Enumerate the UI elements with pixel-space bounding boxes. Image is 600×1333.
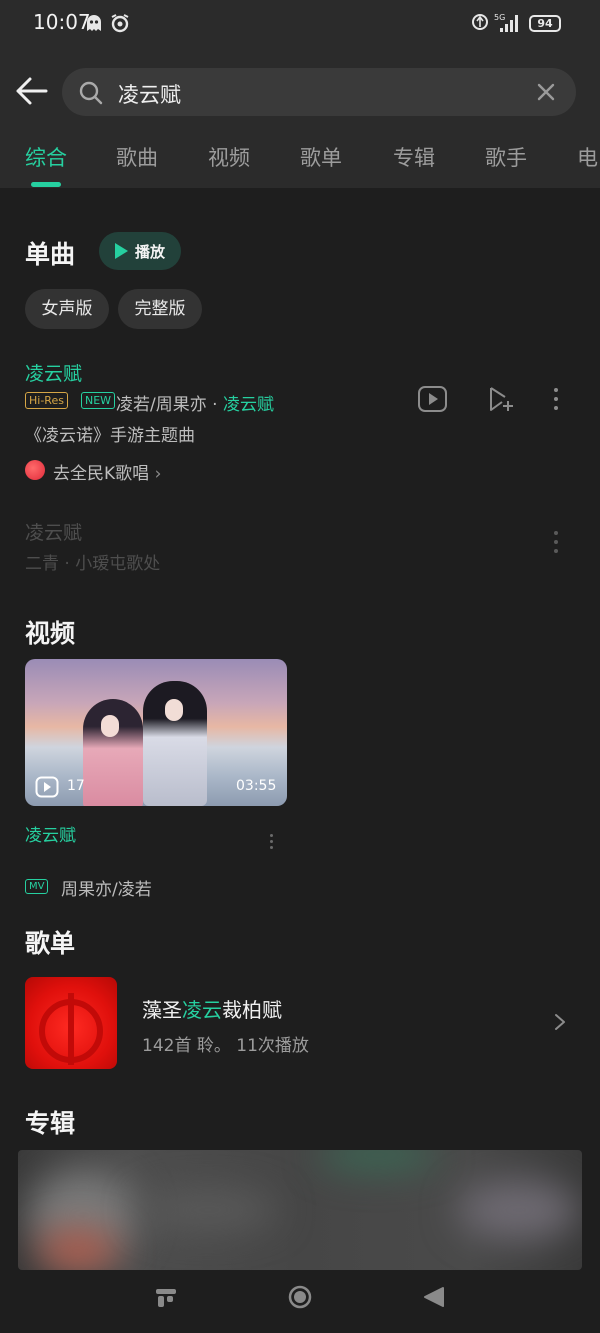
add-to-playlist-icon[interactable] xyxy=(488,384,516,418)
tab-videos[interactable]: 视频 xyxy=(208,142,250,172)
signal-icon: 5G xyxy=(494,12,522,38)
system-nav-bar xyxy=(0,1276,600,1333)
top-bar: 10:07 5G 94 凌云赋 综合 歌曲 视频 歌单 专辑 歌手 电 xyxy=(0,0,600,188)
back-arrow-icon[interactable] xyxy=(14,73,50,109)
video-play-icon xyxy=(35,776,59,802)
category-tabs: 综合 歌曲 视频 歌单 专辑 歌手 电 xyxy=(0,138,600,186)
playlists-heading: 歌单 xyxy=(25,929,76,958)
tab-comprehensive[interactable]: 综合 xyxy=(25,142,67,172)
tab-active-indicator xyxy=(31,182,61,187)
battery-indicator: 94 xyxy=(529,15,561,32)
hires-badge: Hi-Res xyxy=(25,392,68,409)
more-icon[interactable] xyxy=(553,388,559,415)
circle-nav-icon[interactable] xyxy=(288,1285,312,1313)
clear-icon[interactable] xyxy=(534,80,558,108)
search-box[interactable]: 凌云赋 xyxy=(62,68,576,116)
song-title[interactable]: 凌云赋 xyxy=(25,518,82,545)
video-icon[interactable] xyxy=(417,385,448,417)
status-time: 10:07 xyxy=(33,10,91,34)
song-description: 《凌云诺》手游主题曲 xyxy=(25,426,195,446)
kge-icon xyxy=(25,460,45,480)
data-saver-icon xyxy=(471,13,489,35)
more-icon[interactable] xyxy=(269,834,275,854)
tab-more[interactable]: 电 xyxy=(577,142,598,172)
video-thumbnail[interactable]: 17 03:55 xyxy=(25,659,287,806)
song-title[interactable]: 凌云赋 xyxy=(25,359,82,386)
playlist-cover[interactable] xyxy=(25,977,117,1069)
mv-badge: MV xyxy=(25,879,49,894)
alarm-icon xyxy=(110,13,130,37)
playlist-title[interactable]: 藻圣凌云裁柏赋 xyxy=(142,994,282,1023)
chevron-right-icon[interactable] xyxy=(553,1012,567,1036)
song-album[interactable]: 凌云赋 xyxy=(223,395,274,415)
song-artist-line: 凌若/周果亦 · 凌云赋 xyxy=(116,390,274,415)
chip-full-version[interactable]: 完整版 xyxy=(118,289,202,329)
ghost-notification-icon xyxy=(84,13,104,37)
chevron-right-icon: › xyxy=(154,464,162,484)
video-artist[interactable]: 周果亦/凌若 xyxy=(61,875,152,900)
tab-artists[interactable]: 歌手 xyxy=(485,142,527,172)
tab-playlists[interactable]: 歌单 xyxy=(300,142,342,172)
more-icon[interactable] xyxy=(553,531,559,558)
video-duration: 03:55 xyxy=(236,778,277,794)
network-type: 5G xyxy=(494,13,505,22)
videos-heading: 视频 xyxy=(25,619,76,648)
home-icon[interactable] xyxy=(155,1287,177,1313)
play-icon xyxy=(115,243,128,259)
back-nav-icon[interactable] xyxy=(422,1285,446,1313)
album-result-blurred[interactable] xyxy=(18,1150,582,1270)
singles-heading: 单曲 xyxy=(25,240,76,269)
video-title[interactable]: 凌云赋 xyxy=(25,821,76,846)
search-input[interactable]: 凌云赋 xyxy=(118,79,181,109)
tab-songs[interactable]: 歌曲 xyxy=(116,142,158,172)
tab-albums[interactable]: 专辑 xyxy=(393,142,435,172)
playlist-meta: 142首 聆。 11次播放 xyxy=(142,1036,309,1056)
chip-female-version[interactable]: 女声版 xyxy=(25,289,109,329)
status-bar: 10:07 5G 94 xyxy=(0,0,600,48)
new-badge: NEW xyxy=(81,392,116,409)
play-all-label: 播放 xyxy=(135,243,166,261)
albums-heading: 专辑 xyxy=(25,1109,76,1138)
separator: · xyxy=(206,395,223,415)
karaoke-label: 去全民K歌唱 xyxy=(53,464,150,484)
search-icon xyxy=(78,80,104,110)
song-artist-line: 二青 · 小瑷屯歌处 xyxy=(25,554,161,574)
video-play-count: 17 xyxy=(67,778,85,794)
play-all-button[interactable]: 播放 xyxy=(99,232,181,270)
song-artist[interactable]: 凌若/周果亦 xyxy=(116,395,207,415)
